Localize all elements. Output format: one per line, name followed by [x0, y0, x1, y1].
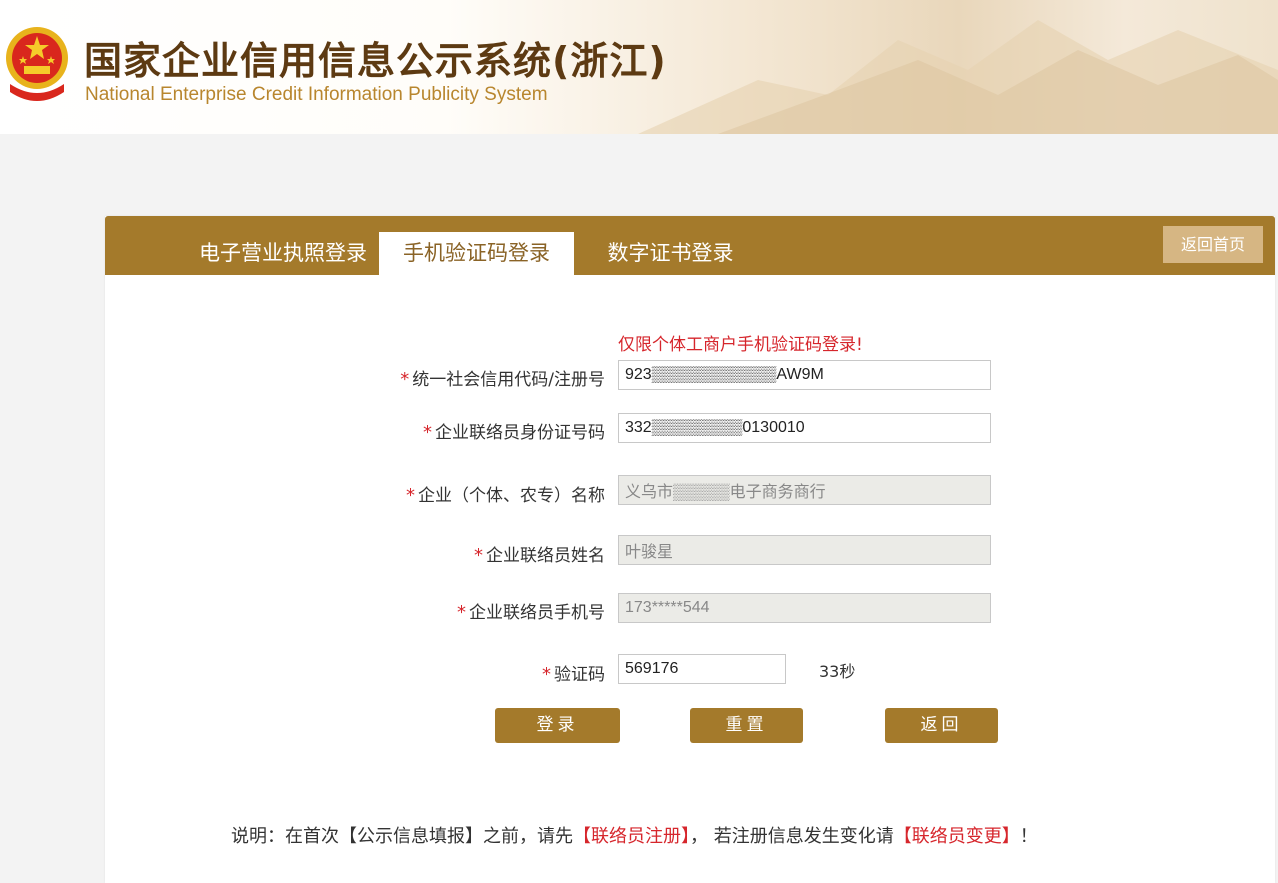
- notice-text: 仅限个体工商户手机验证码登录!: [618, 335, 863, 355]
- contact-change-link[interactable]: 【联络员变更】: [894, 826, 1020, 847]
- credit-code-label: * 统一社会信用代码/注册号: [400, 369, 605, 390]
- verify-code-label: * 验证码: [542, 664, 605, 685]
- reset-button[interactable]: 重置: [690, 708, 803, 743]
- tab-license-login[interactable]: 电子营业执照登录: [153, 232, 413, 275]
- login-panel: 电子营业执照登录 手机验证码登录 数字证书登录 返回首页 仅限个体工商户手机验证…: [105, 216, 1275, 883]
- site-title: 国家企业信用信息公示系统(浙江): [84, 39, 667, 83]
- contact-register-link[interactable]: 【联络员注册】: [573, 826, 690, 847]
- id-number-input[interactable]: [618, 413, 991, 443]
- site-header: 国家企业信用信息公示系统(浙江) National Enterprise Cre…: [0, 0, 1278, 134]
- contact-name-field: [618, 535, 991, 565]
- footer-suffix: ！: [1019, 826, 1038, 847]
- footer-prefix: 说明：在首次【公示信息填报】之前，请先: [231, 826, 573, 847]
- footer-middle: ， 若注册信息发生变化请: [690, 826, 894, 847]
- required-mark: *: [406, 485, 415, 506]
- required-mark: *: [423, 422, 432, 443]
- contact-phone-label: * 企业联络员手机号: [457, 602, 605, 623]
- contact-phone-field: [618, 593, 991, 623]
- tab-sms-login[interactable]: 手机验证码登录: [379, 232, 574, 275]
- back-button[interactable]: 返回: [885, 708, 998, 743]
- mountain-background-image: [638, 20, 1278, 134]
- tab-certificate-login[interactable]: 数字证书登录: [583, 232, 758, 275]
- enterprise-name-field: [618, 475, 991, 505]
- contact-name-label: * 企业联络员姓名: [474, 545, 605, 566]
- site-subtitle: National Enterprise Credit Information P…: [85, 84, 548, 105]
- credit-code-input[interactable]: [618, 360, 991, 390]
- required-mark: *: [474, 545, 483, 566]
- countdown-timer: 33秒: [819, 662, 856, 681]
- login-button[interactable]: 登录: [495, 708, 620, 743]
- enterprise-name-label: * 企业（个体、农专）名称: [406, 485, 605, 506]
- verify-code-input[interactable]: [618, 654, 786, 684]
- required-mark: *: [400, 369, 410, 390]
- home-button[interactable]: 返回首页: [1163, 226, 1263, 263]
- login-tab-bar: 电子营业执照登录 手机验证码登录 数字证书登录 返回首页: [105, 216, 1275, 275]
- required-mark: *: [542, 664, 551, 685]
- national-emblem-icon: [6, 27, 68, 101]
- id-number-label: * 企业联络员身份证号码: [423, 422, 605, 443]
- required-mark: *: [457, 602, 466, 623]
- footer-note: 说明：在首次【公示信息填报】之前，请先【联络员注册】， 若注册信息发生变化请【联…: [231, 822, 1038, 848]
